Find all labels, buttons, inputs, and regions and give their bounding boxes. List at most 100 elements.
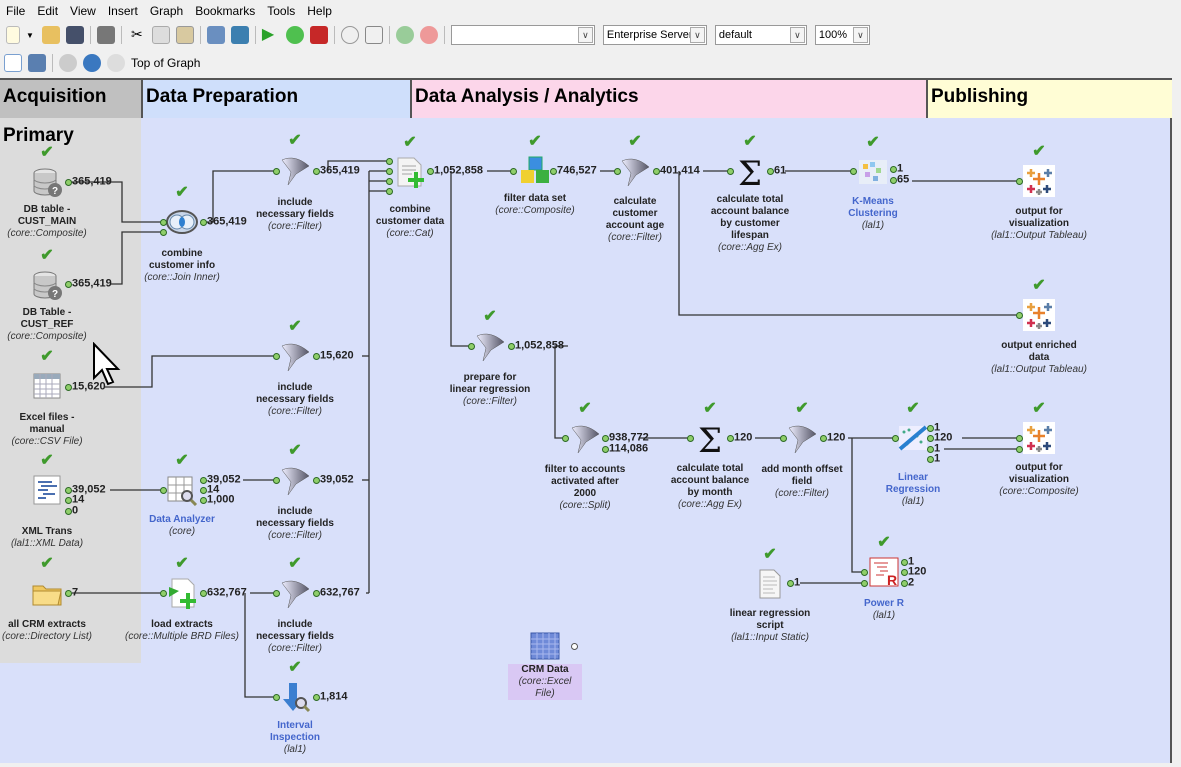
hand-icon[interactable] bbox=[107, 54, 125, 72]
input-port[interactable] bbox=[159, 589, 167, 597]
output-port[interactable] bbox=[312, 352, 320, 360]
node-load[interactable] bbox=[166, 577, 198, 609]
menu-tools[interactable]: Tools bbox=[267, 4, 295, 18]
input-port[interactable] bbox=[726, 167, 734, 175]
print-icon[interactable] bbox=[96, 26, 115, 44]
output-port[interactable] bbox=[199, 496, 207, 504]
forward-icon[interactable] bbox=[83, 54, 101, 72]
select-icon[interactable] bbox=[206, 26, 225, 44]
output-port[interactable] bbox=[507, 342, 515, 350]
node-age[interactable] bbox=[619, 155, 651, 187]
node-split[interactable] bbox=[569, 422, 601, 454]
node-join[interactable] bbox=[166, 206, 198, 238]
output-port[interactable] bbox=[549, 167, 557, 175]
breadcrumb[interactable]: Top of Graph bbox=[131, 56, 200, 70]
chevron-down-icon[interactable]: ∨ bbox=[852, 27, 868, 43]
output-port[interactable] bbox=[900, 558, 908, 566]
stop-icon[interactable] bbox=[309, 26, 328, 44]
input-port[interactable] bbox=[272, 693, 280, 701]
input-port[interactable] bbox=[509, 167, 517, 175]
input-port[interactable] bbox=[159, 486, 167, 494]
menu-insert[interactable]: Insert bbox=[108, 4, 138, 18]
node-xml[interactable] bbox=[31, 474, 63, 506]
input-port[interactable] bbox=[159, 228, 167, 236]
node-prep[interactable] bbox=[474, 330, 506, 362]
run-safe-icon[interactable] bbox=[285, 26, 304, 44]
node-analyzer[interactable] bbox=[166, 474, 198, 507]
output-port[interactable] bbox=[64, 178, 72, 186]
output-port[interactable] bbox=[652, 167, 660, 175]
node-out1[interactable] bbox=[1023, 165, 1055, 197]
output-port[interactable] bbox=[199, 476, 207, 484]
output-port[interactable] bbox=[889, 176, 897, 184]
input-port[interactable] bbox=[860, 579, 868, 587]
output-port[interactable] bbox=[889, 165, 897, 173]
output-port[interactable] bbox=[426, 167, 434, 175]
node-f2[interactable] bbox=[279, 340, 311, 372]
input-port[interactable] bbox=[467, 342, 475, 350]
menu-edit[interactable]: Edit bbox=[37, 4, 58, 18]
node-kmeans[interactable] bbox=[857, 156, 889, 188]
output-port[interactable] bbox=[926, 455, 934, 463]
input-port[interactable] bbox=[1015, 434, 1023, 442]
output-port[interactable] bbox=[64, 383, 72, 391]
server-select[interactable]: Enterprise Server ∨ bbox=[602, 25, 707, 45]
output-port[interactable] bbox=[64, 507, 72, 515]
output-port[interactable] bbox=[64, 280, 72, 288]
node-linreg[interactable] bbox=[897, 422, 929, 454]
disconnect-icon[interactable] bbox=[419, 26, 438, 44]
node-crm[interactable] bbox=[31, 577, 63, 609]
input-port[interactable] bbox=[272, 589, 280, 597]
input-port[interactable] bbox=[1015, 177, 1023, 185]
node-cat[interactable] bbox=[394, 156, 426, 188]
menu-graph[interactable]: Graph bbox=[150, 4, 183, 18]
input-port[interactable] bbox=[561, 434, 569, 442]
input-port[interactable] bbox=[159, 218, 167, 226]
output-port[interactable] bbox=[199, 486, 207, 494]
output-port[interactable] bbox=[312, 693, 320, 701]
graph-view-icon[interactable] bbox=[4, 54, 22, 72]
output-port[interactable] bbox=[819, 434, 827, 442]
output-port[interactable] bbox=[199, 218, 207, 226]
output-port[interactable] bbox=[570, 642, 578, 650]
node-f4[interactable] bbox=[279, 577, 311, 609]
input-port[interactable] bbox=[272, 167, 280, 175]
chevron-down-icon[interactable]: ∨ bbox=[689, 27, 705, 43]
node-f1[interactable] bbox=[279, 154, 311, 186]
output-port[interactable] bbox=[900, 579, 908, 587]
output-port[interactable] bbox=[64, 496, 72, 504]
copy-icon[interactable] bbox=[151, 26, 170, 44]
node-sum2[interactable]: Σ bbox=[694, 421, 726, 461]
profile-select[interactable]: default ∨ bbox=[714, 25, 807, 45]
back-icon[interactable] bbox=[59, 54, 77, 72]
output-port[interactable] bbox=[766, 167, 774, 175]
chevron-down-icon[interactable]: ∨ bbox=[789, 27, 805, 43]
input-port[interactable] bbox=[385, 187, 393, 195]
connect-icon[interactable] bbox=[395, 26, 414, 44]
paste-icon[interactable] bbox=[175, 26, 194, 44]
plugin-icon[interactable] bbox=[230, 26, 249, 44]
menu-view[interactable]: View bbox=[70, 4, 96, 18]
input-port[interactable] bbox=[272, 352, 280, 360]
chevron-down-icon[interactable]: ∨ bbox=[577, 27, 593, 43]
node-out3[interactable] bbox=[1023, 422, 1055, 454]
input-port[interactable] bbox=[779, 434, 787, 442]
output-port[interactable] bbox=[601, 434, 609, 442]
output-port[interactable] bbox=[64, 486, 72, 494]
input-port[interactable] bbox=[272, 476, 280, 484]
input-port[interactable] bbox=[385, 157, 393, 165]
node-out2[interactable] bbox=[1023, 299, 1055, 331]
input-port[interactable] bbox=[686, 434, 694, 442]
node-crmdata[interactable] bbox=[529, 630, 561, 662]
output-port[interactable] bbox=[926, 445, 934, 453]
output-port[interactable] bbox=[900, 568, 908, 576]
group-primary[interactable]: Primary bbox=[0, 118, 141, 663]
input-port[interactable] bbox=[1015, 311, 1023, 319]
output-port[interactable] bbox=[312, 476, 320, 484]
search-combo[interactable]: ∨ bbox=[450, 25, 595, 45]
node-script[interactable] bbox=[754, 568, 786, 600]
save-icon[interactable] bbox=[65, 26, 84, 44]
node-sum1[interactable]: Σ bbox=[734, 154, 766, 194]
zoom-select[interactable]: 100% ∨ bbox=[814, 25, 870, 45]
node-offset[interactable] bbox=[786, 422, 818, 454]
